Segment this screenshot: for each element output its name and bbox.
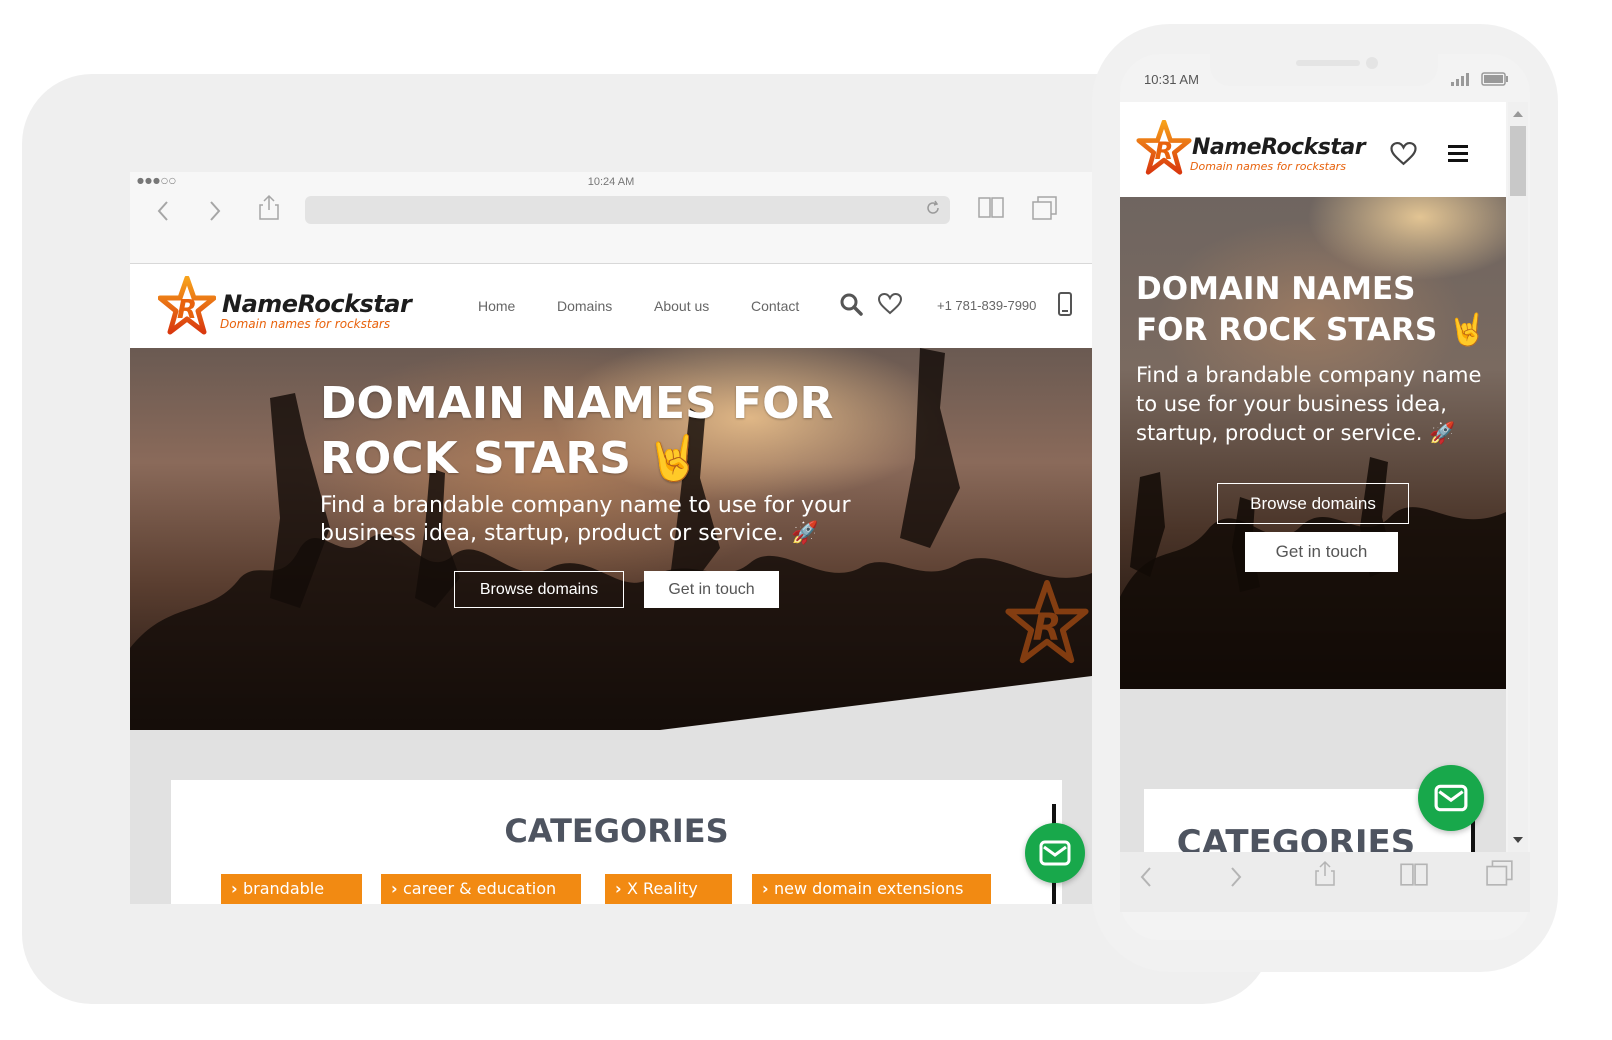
site-logo[interactable]: R NameRockstar Domain names for rockstar… — [158, 276, 428, 338]
nav-about-us[interactable]: About us — [654, 298, 709, 314]
scroll-down-icon[interactable] — [1513, 836, 1523, 844]
nav-contact[interactable]: Contact — [751, 298, 799, 314]
tablet-screen: ●●●○○ 10:24 AM R NameRockstar Domain nam… — [130, 172, 1092, 904]
book-icon[interactable] — [1400, 862, 1428, 886]
nav-home[interactable]: Home — [478, 298, 515, 314]
category-chip[interactable]: › X Reality — [605, 874, 732, 904]
phone-scroll-thumb[interactable] — [1510, 126, 1526, 196]
category-label: career & education — [403, 879, 557, 898]
phone-browser-toolbar — [1120, 852, 1530, 912]
phone-notch — [1210, 54, 1438, 86]
chevron-right-icon[interactable] — [1230, 866, 1242, 888]
device-mockup-stage: ●●●○○ 10:24 AM R NameRockstar Domain nam… — [0, 0, 1612, 1040]
get-in-touch-button[interactable]: Get in touch — [644, 571, 779, 608]
logo-tagline: Domain names for rockstars — [220, 317, 391, 331]
chevron-right-icon: › — [231, 879, 238, 898]
phone-hero-section: DOMAIN NAMES FOR ROCK STARS 🤘 Find a bra… — [1120, 197, 1506, 689]
site-logo[interactable]: R NameRockstar Domain names for rockstar… — [1136, 120, 1376, 176]
chevron-right-icon: › — [615, 879, 622, 898]
browse-domains-button[interactable]: Browse domains — [1217, 483, 1409, 524]
browse-domains-button[interactable]: Browse domains — [454, 571, 624, 608]
categories-title: CATEGORIES — [1176, 823, 1416, 852]
star-logo-icon: R — [1136, 120, 1192, 175]
hero-title: DOMAIN NAMES FOR ROCK STARS 🤘 — [1136, 271, 1487, 348]
search-icon[interactable] — [839, 292, 863, 316]
logo-tagline: Domain names for rockstars — [1190, 160, 1346, 173]
svg-text:R: R — [177, 295, 197, 325]
category-chip[interactable]: › career & education — [381, 874, 581, 904]
logo-name: NameRockstar — [222, 290, 412, 318]
phone-number[interactable]: +1 781-839-7990 — [937, 298, 1036, 313]
mail-button[interactable] — [1025, 823, 1085, 883]
chevron-right-icon: › — [762, 879, 769, 898]
scroll-up-icon[interactable] — [1513, 110, 1523, 118]
phone-scroll-track[interactable] — [1508, 102, 1528, 852]
chevron-left-icon[interactable] — [156, 198, 170, 224]
hero-diagonal-edge — [660, 676, 1092, 730]
star-logo-icon: R — [158, 276, 216, 335]
signal-icon — [1451, 73, 1469, 86]
hero-title: DOMAIN NAMES FOR ROCK STARS 🤘 — [320, 378, 834, 484]
category-label: brandable — [243, 879, 325, 898]
battery-icon — [1481, 72, 1508, 86]
hero-subtitle: Find a brandable company name to use for… — [1136, 363, 1482, 445]
status-time: 10:24 AM — [587, 176, 635, 188]
mail-button[interactable] — [1418, 765, 1484, 831]
svg-text:R: R — [1033, 605, 1062, 649]
get-in-touch-button[interactable]: Get in touch — [1245, 532, 1398, 572]
share-icon[interactable] — [258, 194, 280, 220]
phone-speaker — [1296, 60, 1360, 66]
chevron-right-icon[interactable] — [208, 198, 222, 224]
tabs-icon[interactable] — [1486, 860, 1514, 886]
categories-section: CATEGORIES › brandable › career & educatio… — [130, 730, 1092, 904]
hero-subtitle: Find a brandable company name to use for… — [320, 493, 851, 546]
tablet-browser-chrome: ●●●○○ 10:24 AM — [130, 172, 1092, 264]
chevron-left-icon[interactable] — [1140, 866, 1152, 888]
address-bar[interactable] — [305, 196, 950, 224]
mobile-phone-icon — [1058, 292, 1072, 316]
mail-icon — [1434, 784, 1468, 812]
logo-name: NameRockstar — [1192, 135, 1366, 160]
category-chip[interactable]: › new domain extensions — [752, 874, 991, 904]
phone-camera — [1366, 57, 1378, 69]
hero-section: DOMAIN NAMES FOR ROCK STARS 🤘 Find a bra… — [130, 348, 1092, 730]
reload-icon[interactable] — [924, 199, 942, 217]
book-icon[interactable] — [978, 196, 1004, 218]
nav-domains[interactable]: Domains — [557, 298, 612, 314]
category-chip[interactable]: › brandable — [221, 874, 362, 904]
categories-card: CATEGORIES › brandable › career & educatio… — [171, 780, 1062, 904]
phone-screen: R NameRockstar Domain names for rockstar… — [1120, 102, 1506, 852]
heart-icon[interactable] — [1390, 142, 1417, 166]
category-label: new domain extensions — [774, 879, 964, 898]
category-label: X Reality — [627, 879, 698, 898]
heart-icon[interactable] — [878, 293, 902, 315]
phone-status-time: 10:31 AM — [1144, 72, 1199, 87]
chevron-right-icon: › — [391, 879, 398, 898]
site-header: R NameRockstar Domain names for rockstar… — [130, 264, 1092, 348]
star-watermark-icon: R — [1005, 580, 1089, 664]
hamburger-menu-icon[interactable] — [1448, 144, 1468, 162]
share-icon[interactable] — [1314, 858, 1336, 888]
mail-icon — [1039, 840, 1071, 866]
svg-text:R: R — [1155, 136, 1174, 165]
phone-site-header: R NameRockstar Domain names for rockstar… — [1120, 102, 1506, 197]
categories-title: CATEGORIES — [504, 812, 729, 850]
tabs-icon[interactable] — [1032, 196, 1058, 220]
